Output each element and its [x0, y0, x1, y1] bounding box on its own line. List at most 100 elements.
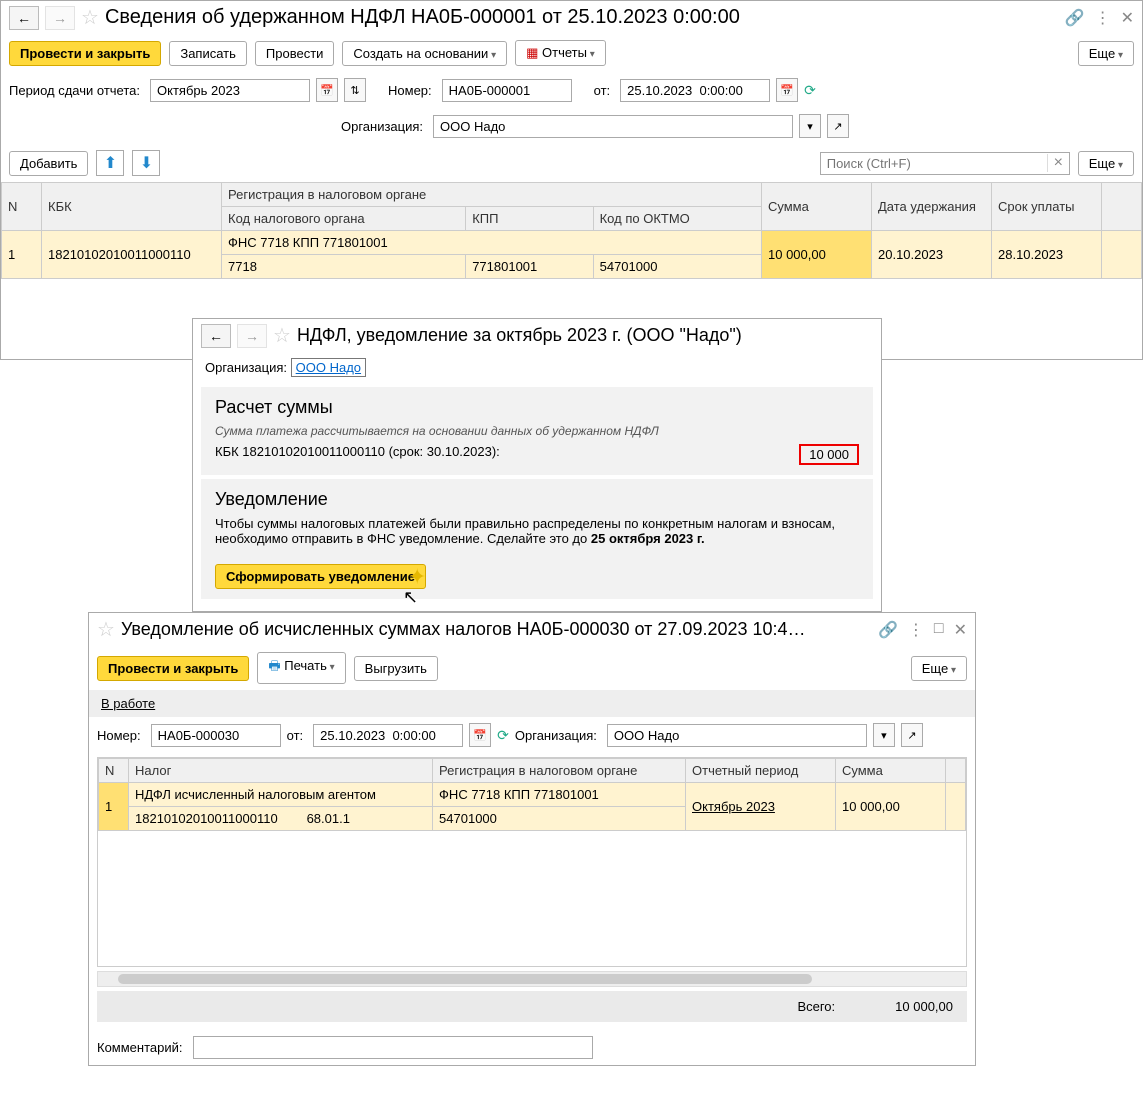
- calc-section: Расчет суммы Сумма платежа рассчитываетс…: [201, 387, 873, 475]
- col-n: N: [99, 759, 129, 783]
- org-link[interactable]: ООО Надо: [291, 358, 366, 377]
- calendar-icon[interactable]: 📅: [469, 723, 491, 747]
- favorite-star-icon[interactable]: ☆: [81, 5, 99, 30]
- more-button[interactable]: Еще: [911, 656, 967, 681]
- search-input[interactable]: [821, 153, 1047, 174]
- number-label: Номер:: [97, 728, 141, 743]
- link-icon[interactable]: 🔗: [878, 620, 898, 640]
- org-label: Организация:: [515, 728, 597, 743]
- open-ref-icon[interactable]: ↗: [827, 114, 849, 138]
- grid-more-button[interactable]: Еще: [1078, 151, 1134, 176]
- status-label[interactable]: В работе: [89, 690, 975, 717]
- cell-n: 1: [99, 783, 129, 831]
- comment-input[interactable]: [193, 1036, 593, 1059]
- col-kbk: КБК: [42, 183, 222, 231]
- org-input[interactable]: [433, 115, 793, 138]
- nav-back-button[interactable]: ←: [9, 6, 39, 30]
- cell-code: 7718: [222, 255, 466, 279]
- close-icon[interactable]: ✕: [1121, 8, 1134, 28]
- cell-oktmo: 54701000: [593, 255, 761, 279]
- form-row-period: Период сдачи отчета: 📅 ⇅ Номер: от: 📅 ⟳: [1, 72, 1142, 108]
- post-and-close-button[interactable]: Провести и закрыть: [9, 41, 161, 66]
- form-row: Номер: от: 📅 ⟳ Организация: ▾ ↗: [89, 717, 975, 753]
- col-period: Отчетный период: [686, 759, 836, 783]
- cell-tax: НДФЛ исчисленный налоговым агентом: [129, 783, 433, 807]
- cell-kbk-acct: 18210102010011000110 68.01.1: [129, 807, 433, 831]
- save-button[interactable]: Записать: [169, 41, 247, 66]
- number-input[interactable]: [442, 79, 572, 102]
- period-input[interactable]: [150, 79, 310, 102]
- toolbar: Провести и закрыть 🖶 Печать Выгрузить Ещ…: [89, 646, 975, 690]
- window-ndfl-notification-calc: ← → ☆ НДФЛ, уведомление за октябрь 2023 …: [192, 318, 882, 612]
- col-sum: Сумма: [836, 759, 946, 783]
- cell-sum: 10 000,00: [836, 783, 946, 831]
- cell-empty: [946, 783, 966, 831]
- col-empty: [1102, 183, 1142, 231]
- window-tax-notification: ☆ Уведомление об исчисленных суммах нало…: [88, 612, 976, 1066]
- add-button[interactable]: Добавить: [9, 151, 88, 176]
- kbk-sum: 10 000: [799, 444, 859, 465]
- number-input[interactable]: [151, 724, 281, 747]
- dropdown-icon[interactable]: ▾: [873, 723, 895, 747]
- create-based-on-button[interactable]: Создать на основании: [342, 41, 507, 66]
- nav-forward-button[interactable]: →: [237, 324, 267, 348]
- maximize-icon[interactable]: □: [934, 620, 944, 640]
- nav-forward-button[interactable]: →: [45, 6, 75, 30]
- move-down-icon[interactable]: ⬇: [132, 150, 160, 176]
- post-button[interactable]: Провести: [255, 41, 335, 66]
- from-label: от:: [287, 728, 304, 743]
- date-input[interactable]: [620, 79, 770, 102]
- titlebar: ☆ Уведомление об исчисленных суммах нало…: [89, 613, 975, 646]
- toolbar: Провести и закрыть Записать Провести Соз…: [1, 34, 1142, 72]
- close-icon[interactable]: ✕: [954, 620, 967, 640]
- col-due: Срок уплаты: [992, 183, 1102, 231]
- post-and-close-button[interactable]: Провести и закрыть: [97, 656, 249, 681]
- reports-button[interactable]: ▦ Отчеты: [515, 40, 606, 66]
- col-scroll: [946, 759, 966, 783]
- form-row-org: Организация: ▾ ↗: [1, 108, 1142, 144]
- open-ref-icon[interactable]: ↗: [901, 723, 923, 747]
- table-row[interactable]: 1 НДФЛ исчисленный налоговым агентом ФНС…: [99, 783, 966, 807]
- notif-text: Чтобы суммы налоговых платежей были прав…: [215, 516, 859, 546]
- favorite-star-icon[interactable]: ☆: [97, 617, 115, 642]
- comment-row: Комментарий:: [89, 1030, 975, 1065]
- cell-due: 28.10.2023: [992, 231, 1102, 279]
- kbk-row: КБК 18210102010011000110 (срок: 30.10.20…: [215, 444, 859, 465]
- details-table: N КБК Регистрация в налоговом органе Сум…: [1, 182, 1142, 279]
- link-icon[interactable]: 🔗: [1065, 8, 1085, 28]
- clear-search-icon[interactable]: ×: [1047, 154, 1069, 172]
- tax-table: N Налог Регистрация в налоговом органе О…: [98, 758, 966, 831]
- org-label: Организация:: [205, 360, 287, 375]
- dropdown-icon[interactable]: ▾: [799, 114, 821, 138]
- cell-kpp: 771801001: [466, 255, 593, 279]
- export-button[interactable]: Выгрузить: [354, 656, 438, 681]
- date-input[interactable]: [313, 724, 463, 747]
- horizontal-scrollbar[interactable]: [97, 971, 967, 987]
- refresh-icon[interactable]: ⟳: [804, 82, 816, 99]
- col-tax: Налог: [129, 759, 433, 783]
- col-n: N: [2, 183, 42, 231]
- total-row: Всего: 10 000,00: [97, 991, 967, 1022]
- cell-reg: ФНС 7718 КПП 771801001: [433, 783, 686, 807]
- move-up-icon[interactable]: ⬆: [96, 150, 124, 176]
- nav-back-button[interactable]: ←: [201, 324, 231, 348]
- window-title: Уведомление об исчисленных суммах налого…: [121, 619, 872, 640]
- search-box: ×: [820, 152, 1070, 175]
- more-icon[interactable]: ⋮: [908, 620, 924, 640]
- calendar-icon[interactable]: 📅: [776, 78, 798, 102]
- favorite-star-icon[interactable]: ☆: [273, 323, 291, 348]
- print-button[interactable]: 🖶 Печать: [257, 652, 345, 684]
- org-input[interactable]: [607, 724, 867, 747]
- table-row[interactable]: 1 18210102010011000110 ФНС 7718 КПП 7718…: [2, 231, 1142, 255]
- period-stepper[interactable]: ⇅: [344, 78, 366, 102]
- form-notification-button[interactable]: Сформировать уведомление: [215, 564, 426, 589]
- calendar-icon[interactable]: 📅: [316, 78, 338, 102]
- notif-section: Уведомление Чтобы суммы налоговых платеж…: [201, 479, 873, 599]
- total-value: 10 000,00: [895, 999, 953, 1014]
- more-button[interactable]: Еще: [1078, 41, 1134, 66]
- refresh-icon[interactable]: ⟳: [497, 727, 509, 744]
- cell-sum[interactable]: 10 000,00: [762, 231, 872, 279]
- col-reg: Регистрация в налоговом органе: [222, 183, 762, 207]
- titlebar: ← → ☆ Сведения об удержанном НДФЛ НА0Б-0…: [1, 1, 1142, 34]
- more-icon[interactable]: ⋮: [1095, 8, 1111, 28]
